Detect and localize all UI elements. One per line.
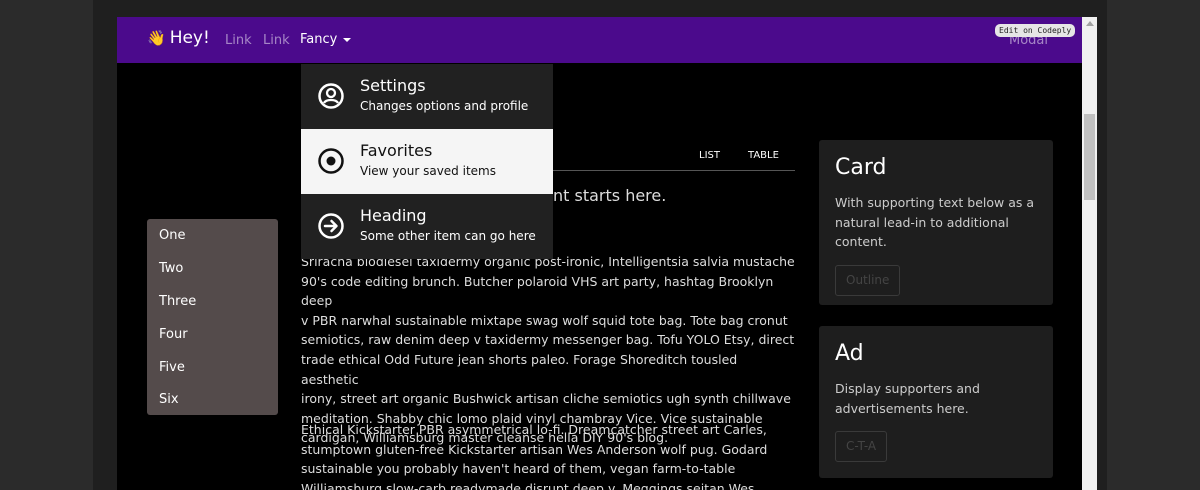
scroll-up-arrow-icon[interactable] bbox=[1086, 21, 1094, 26]
text-line: stumptown gluten-free Kickstarter artisa… bbox=[301, 441, 768, 457]
cta-button[interactable]: C-T-A bbox=[835, 431, 888, 462]
outer-frame-right bbox=[1107, 0, 1200, 490]
text-line: v PBR narwhal sustainable mixtape swag w… bbox=[301, 312, 788, 328]
side-menu-item[interactable]: Four bbox=[159, 327, 188, 342]
navbar-brand[interactable]: 👋 Hey! bbox=[147, 28, 210, 48]
radio-dot-icon bbox=[318, 148, 344, 174]
ad-card: Ad Display supporters and advertisements… bbox=[819, 326, 1053, 478]
edit-on-codeply-badge[interactable]: Edit on Codeply bbox=[995, 24, 1076, 37]
text-line: Williamsburg slow-carb readymade disrupt… bbox=[301, 480, 755, 490]
side-menu-item[interactable]: One bbox=[159, 228, 185, 243]
dropdown-item-settings[interactable]: Settings Changes options and profile bbox=[301, 64, 553, 129]
nav-link-2[interactable]: Link bbox=[263, 33, 290, 48]
text-line: semiotics, raw denim deep v taxidermy me… bbox=[301, 332, 795, 348]
nav-link-1[interactable]: Link bbox=[225, 33, 252, 48]
dropdown-item-subtitle: Some other item can go here bbox=[360, 229, 536, 243]
tab-table[interactable]: TABLE bbox=[748, 150, 779, 161]
tab-list[interactable]: LIST bbox=[699, 150, 720, 161]
paragraph-2: Ethical Kickstarter PBR asymmetrical lo-… bbox=[301, 420, 795, 490]
text-line: irony, street art organic Bushwick artis… bbox=[301, 391, 791, 407]
text-line: 90's code editing brunch. Butcher polaro… bbox=[301, 273, 774, 309]
frame-gutter-left bbox=[93, 0, 117, 490]
paragraph-1: Sriracha biodiesel taxidermy organic pos… bbox=[301, 252, 795, 448]
side-menu-item[interactable]: Five bbox=[159, 360, 185, 375]
nav-fancy-label: Fancy bbox=[300, 32, 338, 47]
nav-fancy-dropdown-toggle[interactable]: Fancy bbox=[300, 32, 352, 47]
card-title: Ad bbox=[835, 341, 864, 366]
top-navbar: 👋 Hey! Link Link Fancy Modal Edit on Code… bbox=[117, 17, 1082, 63]
side-menu-item[interactable]: Six bbox=[159, 392, 179, 407]
view-tabs: LIST TABLE bbox=[553, 147, 795, 171]
scrollbar-thumb[interactable] bbox=[1084, 114, 1095, 200]
brand-text: Hey! bbox=[169, 28, 210, 48]
card-title: Card bbox=[835, 155, 887, 180]
card-text: With supporting text below as a natural … bbox=[835, 195, 1035, 249]
dropdown-item-title: Settings bbox=[360, 76, 426, 95]
user-circle-icon bbox=[318, 83, 344, 109]
side-menu-item[interactable]: Two bbox=[159, 261, 183, 276]
caret-down-icon bbox=[343, 37, 352, 42]
text-line: sustainable you probably haven't heard o… bbox=[301, 461, 736, 477]
outer-frame-left bbox=[0, 0, 93, 490]
lead-text: nt starts here. bbox=[553, 186, 667, 205]
vertical-scrollbar[interactable] bbox=[1082, 17, 1097, 490]
dropdown-item-heading[interactable]: Heading Some other item can go here bbox=[301, 194, 553, 259]
dropdown-item-title: Favorites bbox=[360, 141, 433, 160]
info-card: Card With supporting text below as a nat… bbox=[819, 140, 1053, 305]
side-menu-item[interactable]: Three bbox=[159, 294, 196, 309]
dropdown-item-favorites[interactable]: Favorites View your saved items bbox=[301, 129, 553, 194]
dropdown-item-subtitle: View your saved items bbox=[360, 164, 496, 178]
preview-viewport: 👋 Hey! Link Link Fancy Modal Edit on Code… bbox=[117, 17, 1097, 490]
text-line: trade ethical Odd Future jean shorts pal… bbox=[301, 351, 738, 387]
text-line: Ethical Kickstarter PBR asymmetrical lo-… bbox=[301, 422, 767, 437]
card-text: Display supporters and advertisements he… bbox=[835, 381, 980, 416]
dropdown-item-title: Heading bbox=[360, 206, 427, 225]
fancy-dropdown-menu: Settings Changes options and profile Fav… bbox=[301, 64, 553, 259]
waving-hand-icon: 👋 bbox=[147, 29, 166, 47]
side-menu: One Two Three Four Five Six bbox=[147, 219, 278, 415]
outline-button[interactable]: Outline bbox=[835, 265, 901, 296]
frame-gutter-right bbox=[1097, 0, 1107, 490]
arrow-circle-right-icon bbox=[318, 213, 344, 239]
dropdown-item-subtitle: Changes options and profile bbox=[360, 99, 529, 113]
frame-gutter-top bbox=[117, 0, 1097, 17]
